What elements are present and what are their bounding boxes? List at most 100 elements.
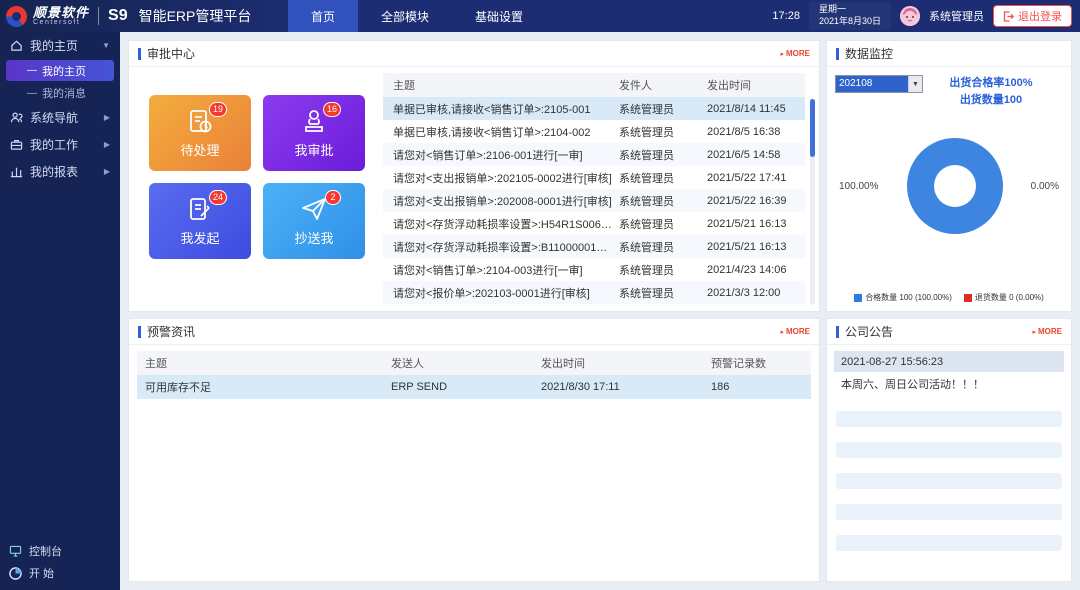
cell-sent-time: 2021/5/22 16:39 (707, 195, 805, 207)
cell-sender: 系统管理员 (619, 193, 707, 209)
paper-plane-icon (300, 195, 328, 223)
approval-scrollbar-thumb[interactable] (810, 99, 815, 157)
approval-scrollbar[interactable] (810, 99, 815, 305)
col-sender: 发送人 (391, 355, 541, 371)
cell-sent-time: 2021/8/30 17:11 (541, 381, 711, 393)
briefcase-icon (10, 138, 23, 151)
dash-bullet: — (27, 88, 37, 99)
more-icon: ▸ (1032, 328, 1036, 336)
subitem-label: 我的消息 (42, 85, 86, 101)
approval-panel-title: 审批中心 (138, 45, 195, 62)
legend-returned: 退货数量 0 (0.00%) (964, 292, 1044, 303)
approval-row[interactable]: 请您对<存货浮动耗损率设置>:H54R1S006002进行[审核] 系统管理员 … (383, 212, 805, 235)
users-icon (10, 111, 23, 124)
notice-more-link[interactable]: ▸MORE (1032, 327, 1062, 336)
sidebar-item-my-reports[interactable]: 我的报表 ▶ (0, 158, 120, 185)
approval-table: 主题 发件人 发出时间 单据已审核,请接收<销售订单>:2105-001 系统管… (379, 67, 819, 311)
console-button[interactable]: 控制台 (0, 540, 120, 562)
approval-row[interactable]: 请您对<存货浮动耗损率设置>:B11000001进行[审核] 系统管理员 202… (383, 235, 805, 258)
warning-table-body: 可用库存不足 ERP SEND 2021/8/30 17:11 186 (137, 375, 811, 399)
empty-row-stripe (836, 411, 1062, 427)
tile-cc-to-me[interactable]: 2 抄送我 (263, 183, 365, 259)
approval-row[interactable]: 请您对<销售订单>:2106-001进行[一审] 系统管理员 2021/6/5 … (383, 143, 805, 166)
approval-row[interactable]: 请您对<报价单>:202103-0001进行[审核] 系统管理员 2021/3/… (383, 281, 805, 304)
cell-subject: 请您对<存货浮动耗损率设置>:H54R1S006002进行[审核] (393, 216, 619, 232)
cell-sender: ERP SEND (391, 381, 541, 393)
cell-subject: 请您对<销售订单>:2104-003进行[一审] (393, 262, 619, 278)
donut-right-label: 0.00% (1031, 181, 1059, 192)
sidebar-item-my-work[interactable]: 我的工作 ▶ (0, 131, 120, 158)
legend-blue-swatch (854, 294, 862, 302)
sidebar-item-system-nav[interactable]: 系统导航 ▶ (0, 104, 120, 131)
initiated-badge: 24 (209, 190, 227, 205)
warning-row[interactable]: 可用库存不足 ERP SEND 2021/8/30 17:11 186 (137, 375, 811, 399)
approval-more-link[interactable]: ▸MORE (780, 49, 810, 58)
tile-my-approvals[interactable]: 16 我审批 (263, 95, 365, 171)
centersoft-logo-icon (6, 6, 27, 27)
bar-chart-icon (10, 165, 23, 178)
more-icon: ▸ (780, 328, 784, 336)
shipment-qty-text: 出货数量100 (923, 92, 1059, 109)
col-record-count: 预警记录数 (711, 355, 811, 371)
tile-initiated-by-me[interactable]: 24 我发起 (149, 183, 251, 259)
nav-all-modules[interactable]: 全部模块 (358, 0, 452, 32)
cell-sender: 系统管理员 (619, 216, 707, 232)
warning-more-link[interactable]: ▸MORE (780, 327, 810, 336)
sidebar-item-my-home[interactable]: 我的主页 ▼ (0, 32, 120, 59)
app-title: 智能ERP管理平台 (139, 6, 252, 26)
approval-row[interactable]: 单据已审核,请接收<销售订单>:2104-002 系统管理员 2021/8/5 … (383, 120, 805, 143)
my-approvals-badge: 16 (323, 102, 341, 117)
cell-subject: 单据已审核,请接收<销售订单>:2104-002 (393, 124, 619, 140)
cell-subject: 请您对<报价单>:202103-0001进行[审核] (393, 285, 619, 301)
approval-row[interactable]: 单据已审核,请接收<销售订单>:2105-001 系统管理员 2021/8/14… (383, 97, 805, 120)
legend-red-swatch (964, 294, 972, 302)
cell-sent-time: 2021/5/21 16:13 (707, 218, 805, 230)
col-sent-time: 发出时间 (707, 77, 805, 93)
brand-name: 顺景软件 (33, 6, 89, 20)
sidebar-subitem-my-messages[interactable]: — 我的消息 (0, 82, 120, 104)
cell-sender: 系统管理员 (619, 285, 707, 301)
nav-home[interactable]: 首页 (288, 0, 358, 32)
weekday: 星期一 (819, 4, 881, 16)
empty-row-stripe (836, 442, 1062, 458)
cell-subject: 单据已审核,请接收<销售订单>:2105-001 (393, 101, 619, 117)
sidebar-subitem-my-home[interactable]: — 我的主页 (6, 60, 114, 81)
approval-table-header: 主题 发件人 发出时间 (383, 73, 805, 97)
cell-subject: 请您对<存货浮动耗损率设置>:B11000001进行[审核] (393, 239, 619, 255)
subitem-label: 我的主页 (42, 63, 86, 79)
approval-row[interactable]: 请您对<支出报销单>:202008-0001进行[审核] 系统管理员 2021/… (383, 189, 805, 212)
avatar-face-icon (900, 6, 920, 26)
approval-row[interactable]: 请您对<支出报销单>:202105-0002进行[审核] 系统管理员 2021/… (383, 166, 805, 189)
tile-pending[interactable]: 19 待处理 (149, 95, 251, 171)
sidebar-item-label: 我的主页 (30, 37, 78, 54)
col-subject: 主题 (393, 77, 619, 93)
notice-panel-title: 公司公告 (836, 323, 893, 340)
clock: 17:28 (772, 10, 800, 22)
nav-basic-settings[interactable]: 基础设置 (452, 0, 546, 32)
cell-subject: 请您对<支出报销单>:202008-0001进行[审核] (393, 193, 619, 209)
notice-content[interactable]: 本周六、周日公司活动！！！ (834, 372, 1064, 396)
month-select[interactable]: 202108 ▼ (835, 75, 923, 93)
month-select-value: 202108 (836, 76, 908, 92)
empty-row-stripe (836, 535, 1062, 551)
cell-subject: 可用库存不足 (145, 379, 391, 395)
more-icon: ▸ (780, 50, 784, 58)
cell-sent-time: 2021/8/5 16:38 (707, 126, 805, 138)
cell-sender: 系统管理员 (619, 147, 707, 163)
legend-qualified: 合格数量 100 (100.00%) (854, 292, 952, 303)
cell-sender: 系统管理员 (619, 262, 707, 278)
sidebar: 我的主页 ▼ — 我的主页 — 我的消息 系统导航 ▶ 我的工作 ▶ 我的报表 … (0, 32, 120, 590)
start-button[interactable]: 开 始 (0, 562, 120, 584)
date-box: 星期一 2021年8月30日 (809, 2, 891, 29)
user-avatar[interactable] (900, 6, 920, 26)
product-badge: S9 (98, 7, 128, 25)
sidebar-bottom: 控制台 开 始 (0, 540, 120, 584)
notice-datetime: 2021-08-27 15:56:23 (834, 351, 1064, 372)
cell-sent-time: 2021/5/22 17:41 (707, 172, 805, 184)
start-label: 开 始 (29, 565, 54, 581)
pending-badge: 19 (209, 102, 227, 117)
tile-label: 待处理 (180, 140, 219, 159)
donut-hole (934, 165, 976, 207)
approval-row[interactable]: 请您对<销售订单>:2104-003进行[一审] 系统管理员 2021/4/23… (383, 258, 805, 281)
logout-button[interactable]: 退出登录 (993, 5, 1072, 27)
